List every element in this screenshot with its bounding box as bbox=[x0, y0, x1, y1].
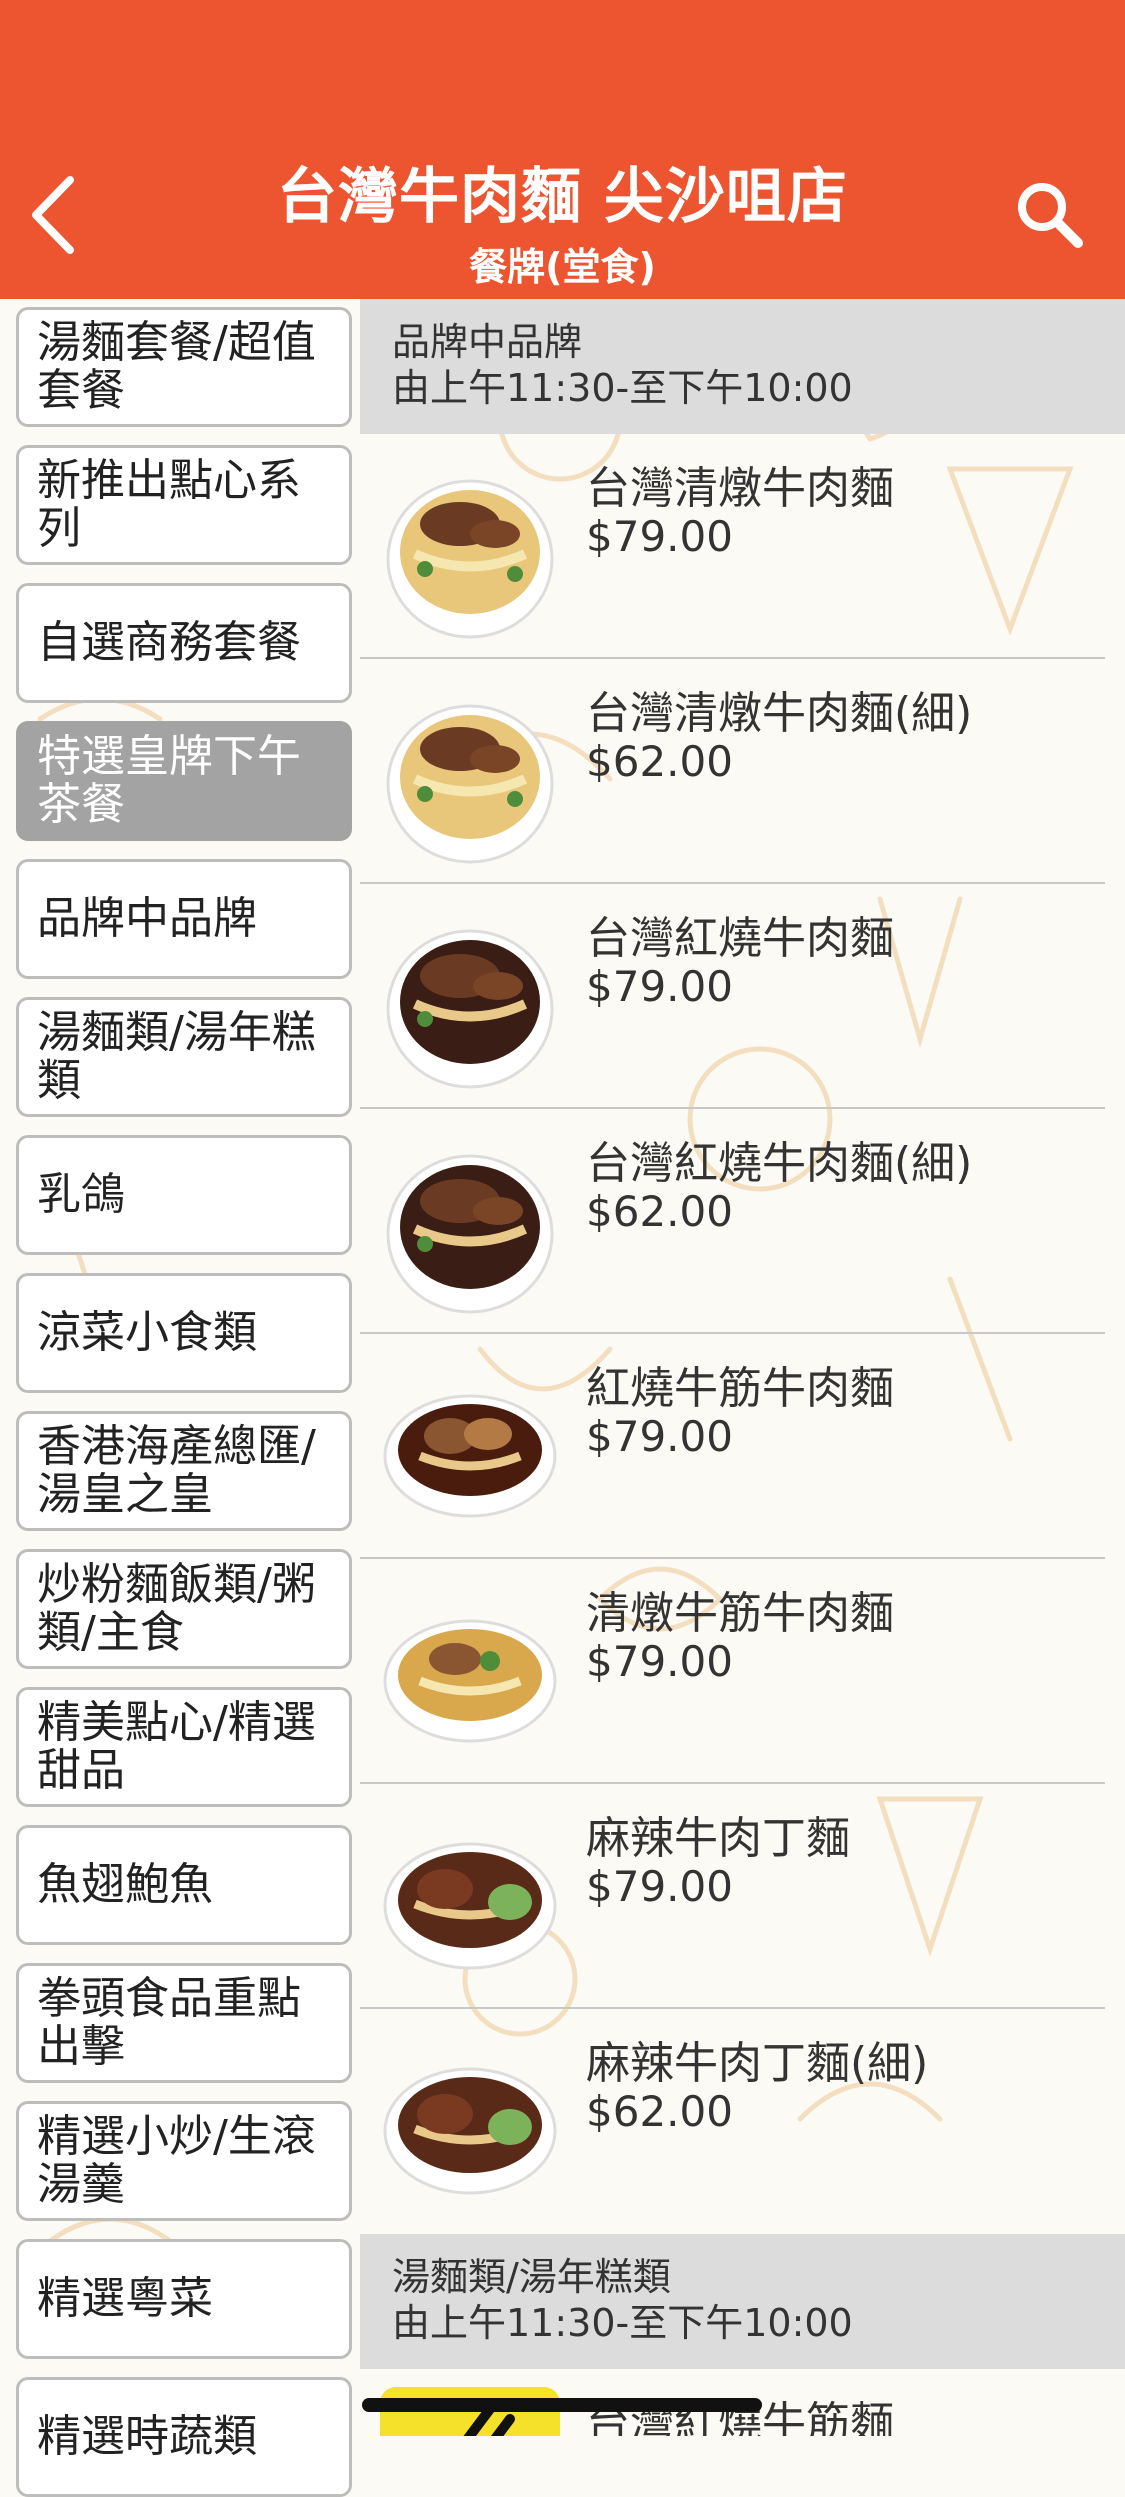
section-header: 品牌中品牌 由上午11:30-至下午10:00 bbox=[360, 299, 1125, 434]
category-label: 拳頭食品重點出擊 bbox=[37, 1973, 301, 2072]
menu-item[interactable]: 台灣清燉牛肉麵 $79.00 bbox=[360, 434, 1125, 659]
category-label: 涼菜小食類 bbox=[37, 1307, 257, 1358]
menu-type-subtitle: 餐牌(堂食) bbox=[469, 245, 656, 289]
menu-item[interactable]: 清燉牛筋牛肉麵 $79.00 bbox=[360, 1559, 1125, 1784]
noodle-bowl-icon bbox=[386, 479, 554, 639]
category-label: 炒粉麵飯類/粥類/主食 bbox=[37, 1559, 316, 1658]
menu-item[interactable]: 台灣紅燒牛肉麵 $79.00 bbox=[360, 884, 1125, 1109]
item-name: 台灣紅燒牛肉麵 bbox=[586, 913, 894, 964]
category-item[interactable]: 精選小炒/生滾湯羹 bbox=[16, 2101, 352, 2221]
category-item[interactable]: 品牌中品牌 bbox=[16, 859, 352, 979]
category-label: 湯麵類/湯年糕類 bbox=[37, 1007, 316, 1106]
noodle-bowl-icon bbox=[383, 1619, 557, 1743]
item-price: $62.00 bbox=[586, 2087, 733, 2136]
category-item-active[interactable]: 特選皇牌下午茶餐 bbox=[16, 721, 352, 841]
noodle-bowl-icon bbox=[386, 704, 554, 864]
category-item[interactable]: 自選商務套餐 bbox=[16, 583, 352, 703]
item-name: 麻辣牛肉丁麵 bbox=[586, 1813, 850, 1864]
category-label: 魚翅鮑魚 bbox=[37, 1859, 213, 1910]
category-label: 乳鴿 bbox=[37, 1169, 125, 1220]
category-label: 香港海產總匯/湯皇之皇 bbox=[37, 1421, 316, 1520]
category-item[interactable]: 涼菜小食類 bbox=[16, 1273, 352, 1393]
menu-item[interactable]: 台灣清燉牛肉麵(細) $62.00 bbox=[360, 659, 1125, 884]
search-icon[interactable] bbox=[1010, 175, 1090, 255]
item-name: 台灣清燉牛肉麵(細) bbox=[586, 688, 973, 739]
section-hours: 由上午11:30-至下午10:00 bbox=[392, 366, 853, 410]
category-sidebar: 湯麵套餐/超值套餐 新推出點心系列 自選商務套餐 特選皇牌下午茶餐 品牌中品牌 … bbox=[0, 299, 360, 2497]
item-name: 台灣紅燒牛肉麵(細) bbox=[586, 1138, 973, 1189]
category-item[interactable]: 炒粉麵飯類/粥類/主食 bbox=[16, 1549, 352, 1669]
section-hours: 由上午11:30-至下午10:00 bbox=[392, 2301, 853, 2345]
section-name: 品牌中品牌 bbox=[392, 320, 583, 364]
category-item[interactable]: 精美點心/精選甜品 bbox=[16, 1687, 352, 1807]
category-label: 特選皇牌下午茶餐 bbox=[37, 731, 301, 830]
category-item[interactable]: 湯麵類/湯年糕類 bbox=[16, 997, 352, 1117]
item-price: $79.00 bbox=[586, 1862, 733, 1911]
item-price: $79.00 bbox=[586, 1637, 733, 1686]
home-indicator[interactable] bbox=[362, 2398, 762, 2412]
category-item[interactable]: 精選粵菜 bbox=[16, 2239, 352, 2359]
menu-item[interactable]: 台灣紅燒牛肉麵(細) $62.00 bbox=[360, 1109, 1125, 1334]
category-label: 精選粵菜 bbox=[37, 2273, 213, 2324]
item-name: 麻辣牛肉丁麵(細) bbox=[586, 2038, 929, 2089]
category-item[interactable]: 魚翅鮑魚 bbox=[16, 1825, 352, 1945]
section-header: 湯麵類/湯年糕類 由上午11:30-至下午10:00 bbox=[360, 2234, 1125, 2369]
category-label: 精美點心/精選甜品 bbox=[37, 1697, 316, 1796]
category-label: 精選時蔬類 bbox=[37, 2411, 257, 2462]
category-item[interactable]: 乳鴿 bbox=[16, 1135, 352, 1255]
top-app-bar: 台灣牛肉麵 尖沙咀店 餐牌(堂食) bbox=[0, 0, 1125, 299]
noodle-bowl-icon bbox=[386, 929, 554, 1089]
category-item[interactable]: 湯麵套餐/超值套餐 bbox=[16, 307, 352, 427]
item-price: $62.00 bbox=[586, 1187, 733, 1236]
menu-item[interactable]: 麻辣牛肉丁麵 $79.00 bbox=[360, 1784, 1125, 2009]
item-name: 紅燒牛筋牛肉麵 bbox=[586, 1363, 894, 1414]
item-name: 清燉牛筋牛肉麵 bbox=[586, 1588, 894, 1639]
category-label: 湯麵套餐/超值套餐 bbox=[37, 317, 316, 416]
category-item[interactable]: 香港海產總匯/湯皇之皇 bbox=[16, 1411, 352, 1531]
category-label: 自選商務套餐 bbox=[37, 617, 301, 668]
noodle-bowl-icon bbox=[386, 1154, 554, 1314]
category-item[interactable]: 新推出點心系列 bbox=[16, 445, 352, 565]
item-name: 台灣清燉牛肉麵 bbox=[586, 463, 894, 514]
category-item[interactable]: 精選時蔬類 bbox=[16, 2377, 352, 2497]
category-label: 精選小炒/生滾湯羹 bbox=[37, 2111, 316, 2210]
item-price: $79.00 bbox=[586, 512, 733, 561]
noodle-bowl-icon bbox=[383, 1394, 557, 1518]
category-label: 新推出點心系列 bbox=[37, 455, 301, 554]
noodle-bowl-icon bbox=[383, 2067, 557, 2195]
menu-item-list: 品牌中品牌 由上午11:30-至下午10:00 台灣清燉牛肉麵 $79.00 台… bbox=[360, 299, 1125, 2436]
item-price: $79.00 bbox=[586, 962, 733, 1011]
item-price: $79.00 bbox=[586, 1412, 733, 1461]
noodle-bowl-icon bbox=[383, 1842, 557, 1970]
restaurant-title: 台灣牛肉麵 尖沙咀店 bbox=[277, 162, 848, 232]
menu-item[interactable]: 麻辣牛肉丁麵(細) $62.00 bbox=[360, 2009, 1125, 2234]
menu-item[interactable]: 紅燒牛筋牛肉麵 $79.00 bbox=[360, 1334, 1125, 1559]
category-item[interactable]: 拳頭食品重點出擊 bbox=[16, 1963, 352, 2083]
section-name: 湯麵類/湯年糕類 bbox=[392, 2255, 671, 2299]
category-label: 品牌中品牌 bbox=[37, 893, 257, 944]
item-price: $62.00 bbox=[586, 737, 733, 786]
